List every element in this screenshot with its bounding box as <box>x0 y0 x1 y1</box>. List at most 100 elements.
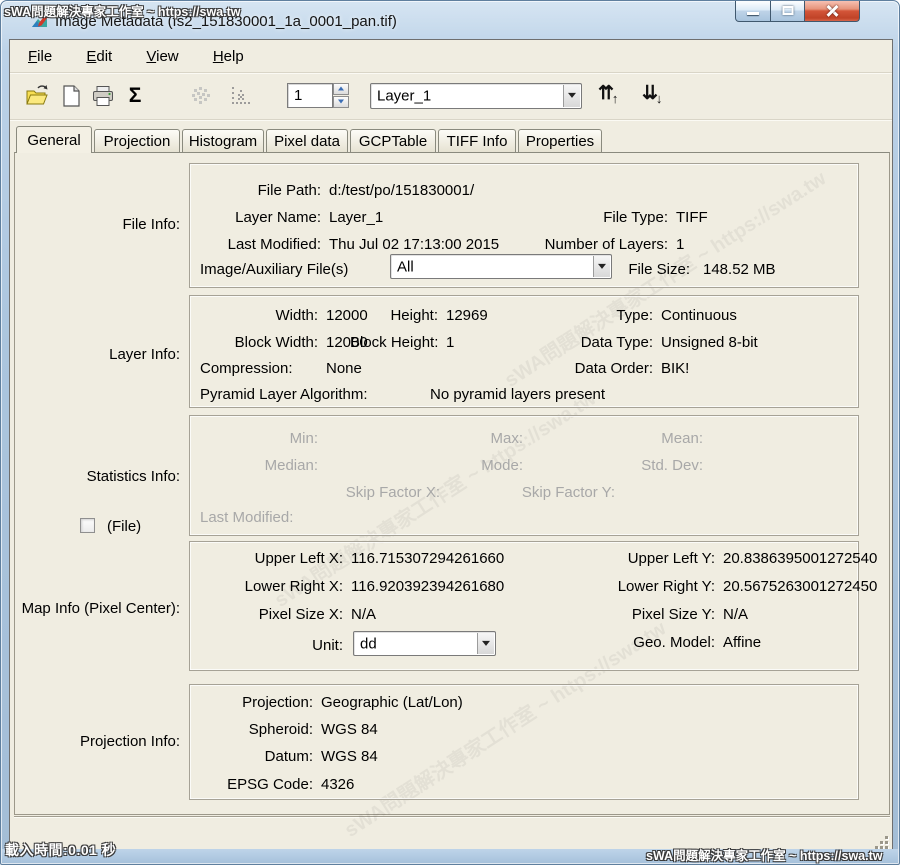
image-metadata-window: Image Metadata (fs2_151830001_1a_0001_pa… <box>0 0 900 865</box>
file-statistics-checkbox[interactable] <box>80 518 95 533</box>
tab-gcptable[interactable]: GCPTable <box>350 129 436 152</box>
statistics-group: Min: Max: Mean: Median: Mode: Std. Dev: … <box>189 415 859 536</box>
layer-number-spinner: 1 <box>287 83 349 108</box>
mode-label: Mode: <box>423 457 523 474</box>
layer-combo[interactable]: Layer_1 <box>370 83 582 109</box>
tab-bar: General Projection Histogram Pixel data … <box>10 126 892 152</box>
minimize-icon <box>747 12 759 15</box>
spheroid-label: Spheroid: <box>190 721 313 738</box>
layer-name-label: Layer Name: <box>190 209 321 226</box>
histogram-button-disabled <box>228 83 254 109</box>
spin-up-button[interactable] <box>333 83 349 95</box>
file-size-value: 148.52 MB <box>703 261 776 278</box>
max-label: Max: <box>423 430 523 447</box>
layer-info-section-label: Layer Info: <box>15 346 180 363</box>
type-label: Type: <box>570 307 653 324</box>
data-order-value: BIK! <box>661 360 689 377</box>
pixel-statistics-button-disabled <box>188 83 214 109</box>
std-dev-label: Std. Dev: <box>603 457 703 474</box>
close-button[interactable] <box>804 1 860 22</box>
menu-file[interactable]: File <box>24 47 56 66</box>
aux-files-combo[interactable]: All <box>390 254 612 279</box>
toolbar: Σ <box>10 74 892 120</box>
pixel-size-x-value: N/A <box>351 606 376 623</box>
data-type-value: Unsigned 8-bit <box>661 334 758 351</box>
menu-view[interactable]: View <box>142 47 182 66</box>
upper-left-x-label: Upper Left X: <box>190 550 343 567</box>
height-value: 12969 <box>446 307 488 324</box>
projection-section-label: Projection Info: <box>15 733 180 750</box>
file-path-value: d:/test/po/151830001/ <box>329 182 474 199</box>
window-frame: Image Metadata (fs2_151830001_1a_0001_pa… <box>0 0 900 865</box>
datum-label: Datum: <box>190 748 313 765</box>
layer-name-value: Layer_1 <box>329 209 383 226</box>
compute-statistics-button[interactable]: Σ <box>122 83 148 109</box>
print-button[interactable] <box>90 83 116 109</box>
unit-combo[interactable]: dd <box>353 631 496 656</box>
width-label: Width: <box>190 307 318 324</box>
aux-files-label: Image/Auxiliary File(s) <box>200 261 348 278</box>
block-height-value: 1 <box>446 334 454 351</box>
file-path-label: File Path: <box>190 182 321 199</box>
projection-label: Projection: <box>190 694 313 711</box>
maximize-button[interactable] <box>771 1 804 22</box>
spin-down-button[interactable] <box>333 96 349 108</box>
lower-right-x-label: Lower Right X: <box>190 578 343 595</box>
chevron-down-icon[interactable] <box>563 85 580 107</box>
chevron-down-icon[interactable] <box>593 256 610 277</box>
map-info-group: Upper Left X: 116.715307294261660 Upper … <box>189 541 859 671</box>
unit-combo-value: dd <box>360 635 377 652</box>
menu-help[interactable]: Help <box>209 47 248 66</box>
block-height-label: Block Height: <box>350 334 438 351</box>
tab-general[interactable]: General <box>16 126 92 153</box>
type-value: Continuous <box>661 307 737 324</box>
watermark-top-left: sWA問題解決專家工作室 ~ https://swa.tw <box>4 1 240 20</box>
file-type-value: TIFF <box>676 209 708 226</box>
tab-projection[interactable]: Projection <box>94 129 180 152</box>
tab-pixel-data[interactable]: Pixel data <box>266 129 348 152</box>
layer-number-input[interactable]: 1 <box>287 83 333 108</box>
chevron-down-icon[interactable] <box>477 633 494 654</box>
aux-files-combo-value: All <box>397 258 414 275</box>
pyramid-label: Pyramid Layer Algorithm: <box>200 386 368 403</box>
number-of-layers-value: 1 <box>676 236 684 253</box>
upper-left-x-value: 116.715307294261660 <box>351 550 504 567</box>
skip-factor-x-label: Skip Factor X: <box>340 484 440 501</box>
map-info-section-label: Map Info (Pixel Center): <box>15 600 180 617</box>
pyramid-value: No pyramid layers present <box>430 386 605 403</box>
lower-right-x-value: 116.920392394261680 <box>351 578 504 595</box>
data-type-label: Data Type: <box>570 334 653 351</box>
mean-label: Mean: <box>603 430 703 447</box>
projection-info-group: Projection: Geographic (Lat/Lon) Spheroi… <box>189 684 859 800</box>
tab-tiff-info[interactable]: TIFF Info <box>438 129 516 152</box>
open-file-button[interactable] <box>24 83 50 109</box>
geo-model-label: Geo. Model: <box>580 634 715 651</box>
number-of-layers-label: Number of Layers: <box>520 236 668 253</box>
watermark-bottom-right: sWA問題解決專家工作室 ~ https://swa.tw <box>646 845 882 864</box>
menu-edit[interactable]: Edit <box>82 47 116 66</box>
lower-right-y-label: Lower Right Y: <box>580 578 715 595</box>
file-info-group: File Path: d:/test/po/151830001/ Layer N… <box>189 163 859 288</box>
tab-properties[interactable]: Properties <box>518 129 602 152</box>
last-modified-label: Last Modified: <box>190 236 321 253</box>
open-folder-icon <box>25 84 49 108</box>
layer-up-button[interactable]: ⇈↑ <box>598 82 634 110</box>
maximize-icon <box>782 6 793 15</box>
unit-label: Unit: <box>190 637 343 654</box>
sigma-icon: Σ <box>129 85 142 107</box>
pixel-size-y-label: Pixel Size Y: <box>580 606 715 623</box>
skip-factor-y-label: Skip Factor Y: <box>515 484 615 501</box>
client-area: File Edit View Help <box>9 39 893 851</box>
new-file-button[interactable] <box>58 83 84 109</box>
height-label: Height: <box>350 307 438 324</box>
minimize-button[interactable] <box>735 1 771 22</box>
layer-down-button[interactable]: ⇊↓ <box>642 82 678 110</box>
compression-label: Compression: <box>200 360 293 377</box>
geo-model-value: Affine <box>723 634 761 651</box>
layer-info-group: Width: 12000 Height: 12969 Type: Continu… <box>189 295 859 408</box>
datum-value: WGS 84 <box>321 748 378 765</box>
block-width-label: Block Width: <box>190 334 318 351</box>
tab-histogram[interactable]: Histogram <box>182 129 264 152</box>
file-size-label: File Size: <box>622 261 690 278</box>
upper-left-y-label: Upper Left Y: <box>580 550 715 567</box>
